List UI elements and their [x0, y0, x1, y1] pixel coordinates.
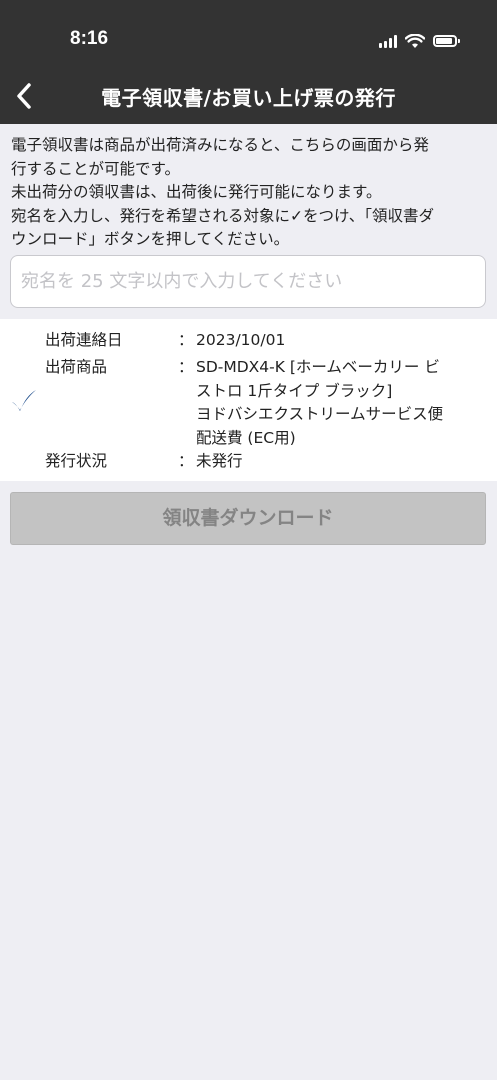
status-time: 8:16 — [70, 28, 109, 49]
cellular-signal-icon — [379, 34, 397, 48]
instructions-text: 電子領収書は商品が出荷済みになると、こちらの画面から発 行することが可能です。 … — [11, 134, 489, 252]
item-line: 配送費 (EC用) — [196, 428, 296, 447]
battery-icon — [433, 35, 460, 47]
separator: ： — [178, 358, 194, 376]
page-title: 電子領収書/お買い上げ票の発行 — [101, 86, 396, 110]
header-bar: 8:16 電子領収書/お買い上げ票の発行 — [0, 0, 497, 124]
instructions-line: 電子領収書は商品が出荷済みになると、こちらの画面から発 — [11, 136, 429, 154]
status-icons — [379, 30, 460, 52]
ship-items-label: 出荷商品 — [45, 358, 108, 376]
ship-date-label: 出荷連絡日 — [45, 331, 123, 349]
item-line: ヨドバシエクストリームサービス便 — [196, 405, 444, 423]
checkmark-icon[interactable] — [10, 388, 38, 414]
ship-items-value: SD-MDX4-K [ホームベーカリー ビ ストロ 1斤タイプ ブラック] ヨド… — [196, 356, 486, 450]
item-line: ストロ 1斤タイプ ブラック] — [196, 381, 393, 400]
receipt-download-button[interactable]: 領収書ダウンロード — [10, 492, 486, 545]
instructions-line: ウンロード」ボタンを押してください。 — [11, 230, 290, 248]
instructions-line: 宛名を入力し、発行を希望される対象に✓をつけ、「領収書ダ — [11, 206, 434, 225]
ship-date-value: 2023/10/01 — [196, 331, 286, 349]
issue-status-value: 未発行 — [196, 452, 243, 470]
wifi-icon — [405, 33, 425, 48]
issue-status-label: 発行状況 — [45, 452, 108, 470]
instructions-line: 行することが可能です。 — [11, 159, 180, 178]
recipient-name-input[interactable] — [10, 255, 486, 308]
item-line: SD-MDX4-K [ホームベーカリー ビ — [196, 358, 440, 376]
instructions-line: 未出荷分の領収書は、出荷後に発行可能になります。 — [11, 183, 382, 201]
separator: ： — [178, 452, 194, 470]
separator: ： — [178, 331, 194, 349]
